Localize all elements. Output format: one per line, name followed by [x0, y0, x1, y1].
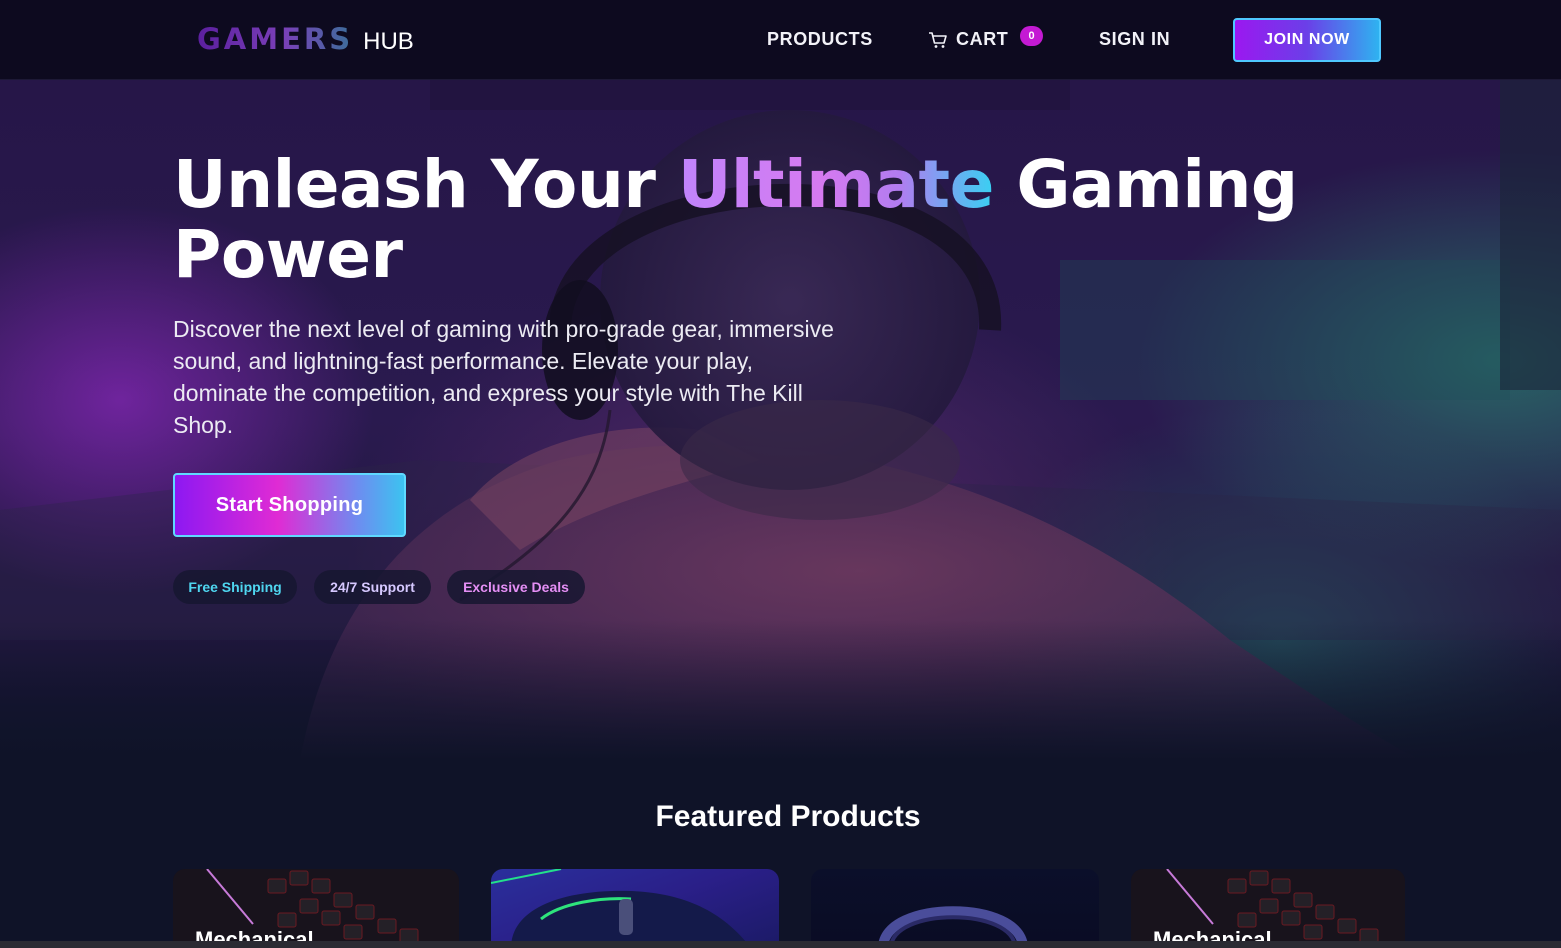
top-navbar: GAMERS HUB PRODUCTS CART 0 SIGN IN JOIN …	[0, 0, 1561, 80]
nav-products-link[interactable]: PRODUCTS	[767, 29, 873, 50]
join-now-button[interactable]: JOIN NOW	[1233, 18, 1381, 62]
hero-headline: Unleash Your Ultimate Gaming Power	[173, 150, 1433, 290]
nav-signin-link[interactable]: SIGN IN	[1099, 29, 1170, 50]
feature-chip-support: 24/7 Support	[314, 570, 431, 604]
logo-suffix: HUB	[363, 28, 414, 55]
horizontal-scrollbar[interactable]	[0, 941, 1561, 948]
product-card[interactable]: Mechanical	[173, 869, 459, 948]
hero-description: Discover the next level of gaming with p…	[173, 316, 834, 438]
cart-count-badge: 0	[1020, 26, 1043, 46]
feature-chip-free-shipping: Free Shipping	[173, 570, 297, 604]
headline-accent: Ultimate	[677, 146, 995, 223]
cart-icon	[928, 30, 948, 50]
hero-bottom-fade	[0, 620, 1561, 760]
headset-image	[878, 906, 1028, 948]
nav-cart-link[interactable]: CART	[928, 29, 1008, 50]
product-card[interactable]	[811, 869, 1099, 948]
logo-wordmark: GAMERS	[197, 22, 354, 56]
nav-cart-label: CART	[956, 29, 1009, 49]
featured-products-heading: Featured Products	[655, 800, 921, 833]
product-card[interactable]: Mechanical	[1131, 869, 1405, 948]
product-card[interactable]	[491, 869, 779, 948]
headline-part-1: Unleash Your	[173, 146, 678, 223]
start-shopping-button[interactable]: Start Shopping	[173, 473, 406, 537]
logo[interactable]: GAMERS HUB	[197, 22, 414, 58]
mouse-image	[491, 869, 751, 948]
feature-chip-exclusive-deals: Exclusive Deals	[447, 570, 585, 604]
